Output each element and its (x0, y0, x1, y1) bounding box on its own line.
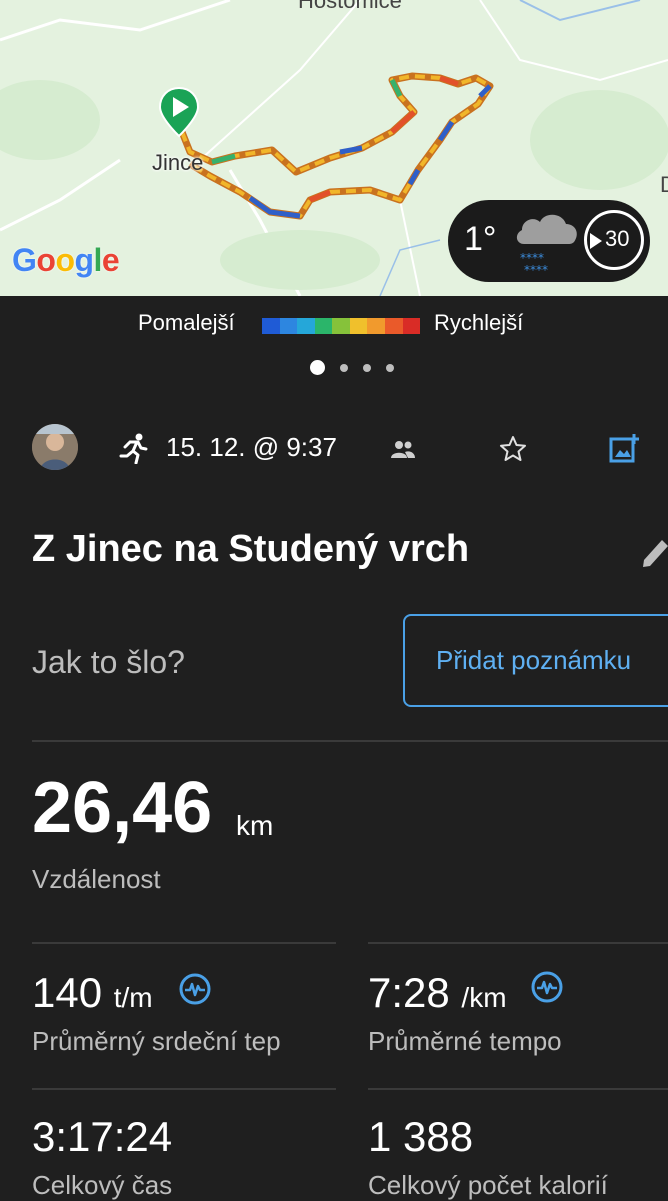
legend-swatch (297, 318, 315, 334)
heart-rate-label: Průměrný srdeční tep (32, 1026, 281, 1056)
legend-swatch (314, 318, 333, 334)
page-dot[interactable] (386, 363, 394, 372)
weather-temperature: 1° (464, 220, 497, 258)
map-place-label-edge: D (660, 172, 668, 197)
speed-legend: Pomalejší Rychlejší (0, 306, 668, 340)
heart-rate-unit: t/m (113, 982, 153, 1013)
cloud-snow-icon: **** **** (516, 214, 577, 276)
divider (368, 1088, 668, 1090)
divider (32, 740, 668, 742)
distance-unit: km (236, 810, 274, 841)
pace-unit: /km (461, 982, 507, 1013)
google-letter: o (55, 242, 75, 278)
google-letter: l (93, 242, 103, 278)
legend-swatch (384, 318, 403, 334)
weather-badge[interactable]: 1° **** **** 30 (448, 200, 650, 282)
add-photo-icon[interactable] (608, 432, 640, 464)
calories-value: 1 388 (368, 1113, 474, 1160)
google-logo: Google (12, 242, 120, 279)
pace-label: Průměrné tempo (368, 1026, 562, 1056)
map-town-label: Jince (152, 150, 204, 175)
running-icon (119, 433, 148, 464)
how-was-it-prompt: Jak to šlo? (32, 644, 185, 680)
start-pin-icon (158, 86, 200, 138)
legend-swatch (262, 318, 280, 334)
total-time-value: 3:17:24 (32, 1113, 173, 1160)
google-letter: G (12, 242, 37, 278)
google-letter: o (36, 242, 56, 278)
distance-value: 26,46 (32, 768, 213, 848)
heart-rate-value: 140 (32, 969, 103, 1016)
legend-color-bar (262, 318, 421, 334)
distance-label: Vzdálenost (32, 864, 161, 894)
legend-swatch (332, 318, 350, 334)
divider (32, 1088, 336, 1090)
legend-swatch (367, 318, 385, 334)
wind-indicator: 30 (584, 210, 644, 270)
avatar[interactable] (32, 424, 78, 470)
pace-stat: 7:28 /km (368, 972, 507, 1014)
star-icon[interactable] (498, 434, 528, 464)
google-letter: g (74, 242, 94, 278)
legend-swatch (349, 318, 368, 334)
page-dot[interactable] (363, 363, 371, 372)
heart-rate-info-icon[interactable] (178, 972, 212, 1006)
map-place-label: Hostomice (298, 0, 402, 13)
divider (32, 942, 336, 944)
legend-slow-label: Pomalejší (138, 310, 235, 335)
wind-speed: 30 (605, 226, 630, 251)
page-indicator[interactable] (310, 360, 394, 375)
edit-pencil-icon[interactable] (640, 534, 668, 568)
add-note-button[interactable]: Přidat poznámku (403, 614, 668, 707)
activity-date: 15. 12. @ 9:37 (166, 432, 337, 462)
avatar-image (32, 424, 78, 470)
route-map[interactable]: Hostomice Jince D Google 1° **** **** 30 (0, 0, 668, 296)
total-time-label: Celkový čas (32, 1170, 173, 1200)
wind-direction-icon (590, 233, 602, 249)
legend-swatch (279, 318, 298, 334)
page-dot-active[interactable] (310, 360, 325, 375)
divider (368, 942, 668, 944)
legend-swatch (402, 318, 421, 334)
google-letter: e (101, 242, 120, 278)
pace-info-icon[interactable] (530, 970, 564, 1004)
activity-title: Z Jinec na Studený vrch (32, 528, 470, 570)
pace-value: 7:28 (368, 969, 450, 1016)
people-icon[interactable] (390, 436, 416, 462)
heart-rate-stat: 140 t/m (32, 972, 153, 1014)
svg-text:****: **** (524, 263, 548, 276)
page-dot[interactable] (340, 363, 348, 372)
legend-fast-label: Rychlejší (434, 310, 524, 335)
calories-label: Celkový počet kalorií (368, 1170, 608, 1200)
